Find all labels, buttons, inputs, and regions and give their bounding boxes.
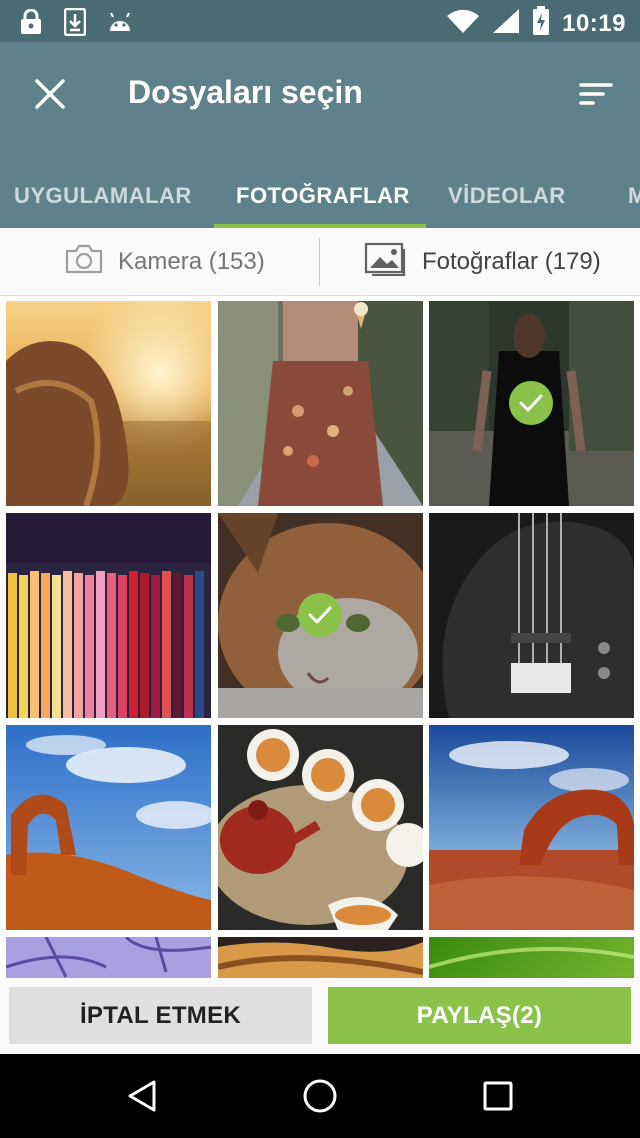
recents-icon[interactable] bbox=[474, 1072, 522, 1120]
photo-rock-arch-landscape[interactable] bbox=[429, 725, 634, 930]
share-button[interactable]: PAYLAŞ(2) bbox=[328, 987, 631, 1044]
camera-icon bbox=[64, 243, 104, 282]
download-icon bbox=[63, 7, 87, 41]
home-icon[interactable] bbox=[296, 1072, 344, 1120]
photo-colored-pencils[interactable] bbox=[6, 513, 211, 718]
photo-girl-with-ice-cream[interactable] bbox=[218, 301, 423, 506]
android-icon bbox=[108, 11, 132, 38]
album-divider bbox=[319, 238, 320, 286]
cancel-button[interactable]: İPTAL ETMEK bbox=[9, 987, 312, 1044]
photo-tea-set[interactable] bbox=[218, 725, 423, 930]
album-filter-bar: Kamera (153) Fotoğraflar (179) bbox=[0, 228, 640, 296]
tab-more[interactable]: M bbox=[628, 164, 640, 228]
sort-icon[interactable] bbox=[574, 72, 618, 116]
album-photos[interactable]: Fotoğraflar (179) bbox=[364, 228, 601, 296]
photo-grid bbox=[0, 296, 640, 978]
signal-icon bbox=[492, 8, 520, 39]
category-tabs: UYGULAMALAR FOTOĞRAFLAR VİDEOLAR M bbox=[0, 164, 640, 228]
image-icon bbox=[364, 242, 408, 283]
photo-green-leaf[interactable] bbox=[429, 937, 634, 978]
page-title: Dosyaları seçin bbox=[128, 74, 363, 110]
photo-sand-dunes[interactable] bbox=[218, 937, 423, 978]
system-nav-bar bbox=[0, 1054, 640, 1138]
battery-charging-icon bbox=[532, 6, 550, 41]
status-bar: 10:19 bbox=[0, 0, 640, 42]
tab-videolar[interactable]: VİDEOLAR bbox=[448, 164, 566, 228]
photo-bass-guitar[interactable] bbox=[429, 513, 634, 718]
album-photos-label: Fotoğraflar (179) bbox=[422, 248, 601, 275]
photo-woman-in-black-dress[interactable] bbox=[429, 301, 634, 506]
action-bar: İPTAL ETMEK PAYLAŞ(2) bbox=[0, 978, 640, 1054]
album-camera[interactable]: Kamera (153) bbox=[64, 228, 265, 296]
lock-icon bbox=[20, 8, 42, 40]
selected-check-icon bbox=[298, 593, 342, 637]
photo-cat-face[interactable] bbox=[218, 513, 423, 718]
app-bar: Dosyaları seçin UYGULAMALAR FOTOĞRAFLAR … bbox=[0, 42, 640, 228]
photo-desert-arch[interactable] bbox=[6, 725, 211, 930]
album-camera-label: Kamera (153) bbox=[118, 248, 265, 275]
close-icon[interactable] bbox=[26, 70, 74, 118]
tab-fotograflar[interactable]: FOTOĞRAFLAR bbox=[236, 164, 410, 228]
tab-uygulamalar[interactable]: UYGULAMALAR bbox=[14, 164, 192, 228]
wifi-icon bbox=[446, 8, 480, 39]
photo-girl-in-sunset-field[interactable] bbox=[6, 301, 211, 506]
status-time: 10:19 bbox=[562, 9, 626, 37]
back-icon[interactable] bbox=[118, 1072, 166, 1120]
photo-purple-branches[interactable] bbox=[6, 937, 211, 978]
selected-check-icon bbox=[509, 381, 553, 425]
